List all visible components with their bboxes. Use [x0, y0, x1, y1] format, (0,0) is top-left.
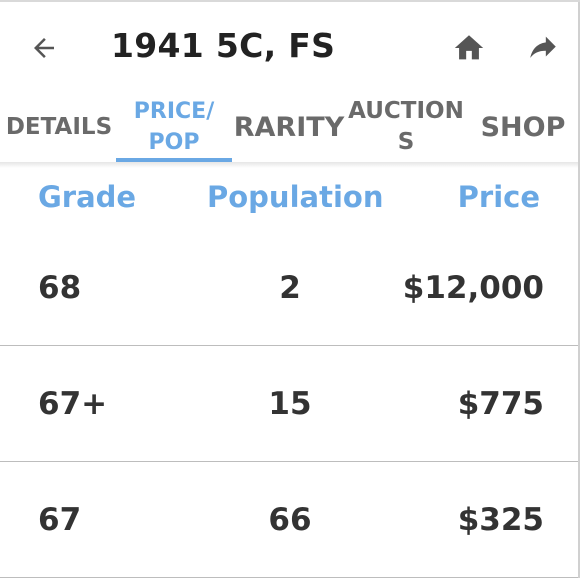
- price-cell: $325: [457, 501, 544, 538]
- header-grade[interactable]: Grade: [38, 180, 136, 214]
- table-row[interactable]: 67 66 $325: [0, 462, 580, 578]
- back-button[interactable]: [24, 28, 64, 68]
- tab-label: RARITY: [233, 111, 345, 143]
- table-header: Grade Population Price: [0, 168, 580, 228]
- home-button[interactable]: [447, 26, 491, 70]
- tab-label-line: AUCTION S: [348, 98, 464, 155]
- tab-bar: DETAILS PRICE/ POP RARITY AUCTION S SHOP: [0, 90, 580, 164]
- tab-label: AUCTION S: [348, 96, 464, 158]
- header-price[interactable]: Price: [458, 180, 540, 214]
- tab-rarity[interactable]: RARITY: [232, 90, 346, 164]
- table-row[interactable]: 67+ 15 $775: [0, 346, 580, 462]
- price-cell: $12,000: [402, 269, 544, 306]
- tab-shop[interactable]: SHOP: [466, 90, 580, 164]
- share-icon: [530, 36, 556, 58]
- grade-cell: 67: [38, 501, 82, 538]
- header-population[interactable]: Population: [207, 180, 383, 214]
- price-cell: $775: [457, 385, 544, 422]
- tab-label: PRICE/ POP: [134, 96, 214, 158]
- app-bar: 1941 5C, FS: [0, 2, 580, 90]
- arrow-back-icon: [34, 38, 54, 58]
- table-row[interactable]: 68 2 $12,000: [0, 230, 580, 346]
- share-button[interactable]: [521, 26, 565, 70]
- home-icon: [454, 35, 484, 60]
- tab-label-line: PRICE/ POP: [133, 99, 215, 155]
- grade-cell: 68: [38, 269, 82, 306]
- tab-details[interactable]: DETAILS: [0, 90, 118, 164]
- tab-auctions[interactable]: AUCTION S: [346, 90, 466, 164]
- grade-cell: 67+: [38, 385, 108, 422]
- population-cell: 2: [279, 269, 301, 306]
- tab-price-pop[interactable]: PRICE/ POP: [116, 90, 232, 164]
- tab-label: SHOP: [480, 111, 566, 143]
- page-title: 1941 5C, FS: [111, 26, 336, 65]
- population-cell: 66: [268, 501, 312, 538]
- tab-label: DETAILS: [5, 113, 113, 140]
- population-cell: 15: [268, 385, 312, 422]
